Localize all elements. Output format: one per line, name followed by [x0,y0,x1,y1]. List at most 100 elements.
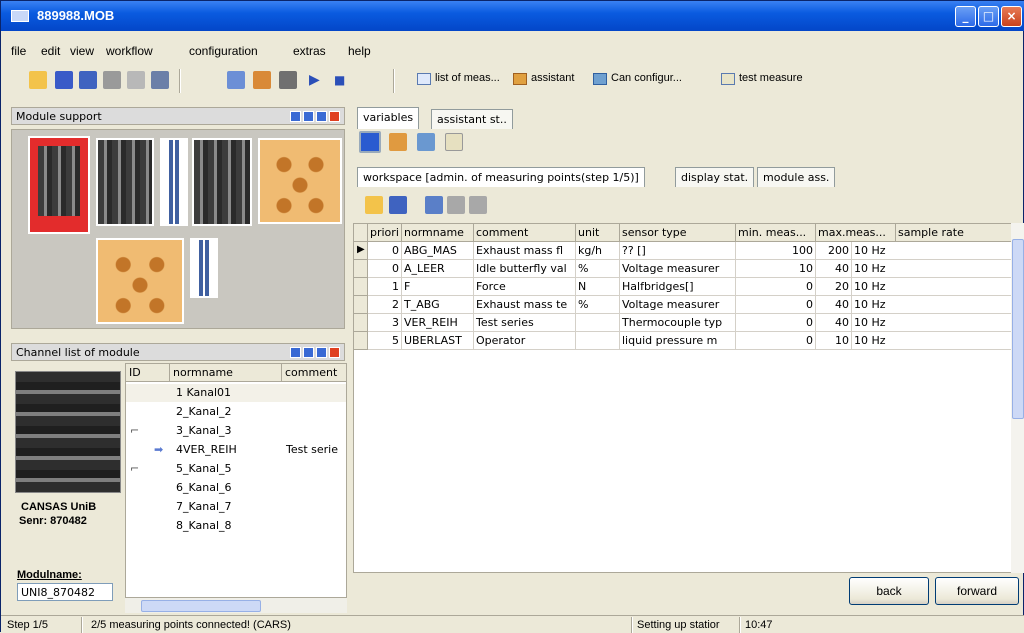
module-image[interactable] [160,138,188,226]
channel-row[interactable]: ⌐ 5_Kanal_5 [126,460,346,478]
menu-bar: file edit view workflow configuration ex… [1,41,1024,61]
search-icon[interactable] [227,71,245,89]
tab-assistant[interactable]: assistant st.. [431,109,513,129]
minimize-button[interactable]: _ [955,6,976,27]
help-icon[interactable] [290,111,301,122]
table-row[interactable]: 5 UBERLAST Operator liquid pressure m 0 … [354,332,1014,350]
channel-row[interactable]: 2_Kanal_2 [126,403,346,421]
save-icon[interactable] [389,196,407,214]
module-image[interactable] [190,238,218,298]
probe-icon: ⌐ [130,462,140,475]
channel-row[interactable]: 7_Kanal_7 [126,498,346,516]
table-row[interactable]: 1 F Force N Halfbridges[] 0 20 10 Hz [354,278,1014,296]
column-header-sample-rate[interactable]: sample rate [896,224,1014,242]
play-icon[interactable]: ▶ [309,71,327,89]
module-image[interactable] [96,138,154,226]
page-icon[interactable] [127,71,145,89]
menu-workflow[interactable]: workflow [106,44,153,58]
hand-icon[interactable] [389,133,407,151]
row-indicator-header [354,224,368,242]
open-icon[interactable] [29,71,47,89]
list-icon [417,73,431,85]
menu-configuration[interactable]: configuration [189,44,258,58]
assistant-button[interactable]: assistant [513,72,574,85]
column-header-normname[interactable]: normname [170,364,282,382]
restore-icon[interactable] [303,347,314,358]
insert-icon[interactable] [425,196,443,214]
users-icon[interactable] [253,71,271,89]
tab-workspace[interactable]: workspace [admin. of measuring points(st… [357,167,645,187]
channel-row[interactable]: 1 Kanal01 [126,384,346,402]
column-header-min-meas[interactable]: min. meas... [736,224,816,242]
list-of-measurements-button[interactable]: list of meas... [417,72,500,85]
network-icon[interactable] [279,71,297,89]
help-icon[interactable] [290,347,301,358]
scroll-thumb[interactable] [141,600,261,612]
tab-display-status[interactable]: display stat. [675,167,755,187]
column-header-unit[interactable]: unit [576,224,620,242]
can-configurator-button[interactable]: Can configur... [593,72,682,85]
module-image-selected[interactable] [28,136,90,234]
column-header-sensor-type[interactable]: sensor type [620,224,736,242]
table-row[interactable]: ▶ 0 ABG_MAS Exhaust mass fl kg/h ?? [] 1… [354,242,1014,260]
separator [179,69,181,93]
column-header-id[interactable]: ID [126,364,170,382]
channel-row[interactable]: ⌐ 3_Kanal_3 [126,422,346,440]
forward-button[interactable]: forward [935,577,1019,605]
chevron-down-icon[interactable] [316,111,327,122]
module-image[interactable] [96,238,184,324]
can-icon [593,73,607,85]
save-icon[interactable] [55,71,73,89]
print-icon[interactable] [103,71,121,89]
maximize-button[interactable]: □ [978,6,999,27]
modulname-field[interactable]: UNI8_870482 [17,583,113,601]
delete-icon[interactable] [469,196,487,214]
module-image[interactable] [192,138,252,226]
channel-row[interactable]: ➡ 4VER_REIH Test serie [126,441,346,459]
vertical-scrollbar[interactable] [1011,223,1024,573]
table-row[interactable]: 2 T_ABG Exhaust mass te % Voltage measur… [354,296,1014,314]
column-header-priority[interactable]: priori [368,224,402,242]
status-station: Setting up statior [637,619,720,631]
module-image[interactable] [258,138,342,224]
serial-number-label: Senr: 870482 [19,515,87,527]
column-header-max-meas[interactable]: max.meas... [816,224,896,242]
restore-icon[interactable] [303,111,314,122]
channel-row[interactable]: 6_Kanal_6 [126,479,346,497]
status-message: 2/5 measuring points connected! (CARS) [91,619,291,631]
menu-edit[interactable]: edit [41,44,60,58]
window-title: 889988.MOB [37,8,115,23]
table-row[interactable]: 0 A_LEER Idle butterfly val % Voltage me… [354,260,1014,278]
workspace-toolbar [363,194,523,218]
menu-help[interactable]: help [348,44,371,58]
menu-extras[interactable]: extras [293,44,326,58]
channel-row[interactable]: 8_Kanal_8 [126,517,346,535]
close-icon[interactable] [329,347,340,358]
measuring-points-table: priori normname comment unit sensor type… [353,223,1023,573]
tab-variables[interactable]: variables [357,107,420,129]
column-header-comment[interactable]: comment [474,224,576,242]
tab-module-assignment[interactable]: module ass. [757,167,836,187]
export-icon[interactable] [151,71,169,89]
close-button[interactable]: × [1001,6,1022,27]
back-button[interactable]: back [849,577,929,605]
scroll-thumb[interactable] [1012,239,1024,419]
column-header-normname[interactable]: normname [402,224,474,242]
open-icon[interactable] [365,196,383,214]
module-photo [15,371,121,493]
modulname-label: Modulname: [17,569,82,581]
horizontal-scrollbar[interactable] [125,597,347,613]
close-icon[interactable] [329,111,340,122]
measure-icon[interactable] [445,133,463,151]
column-header-comment[interactable]: comment [282,364,346,382]
save-all-icon[interactable] [79,71,97,89]
menu-file[interactable]: file [11,44,26,58]
can-icon[interactable] [417,133,435,151]
stop-icon[interactable]: ■ [334,71,352,89]
menu-view[interactable]: view [70,44,94,58]
grid-view-icon[interactable] [359,131,381,153]
chevron-down-icon[interactable] [316,347,327,358]
test-measure-button[interactable]: test measure [721,72,803,85]
copy-icon[interactable] [447,196,465,214]
table-row[interactable]: 3 VER_REIH Test series Thermocouple typ … [354,314,1014,332]
